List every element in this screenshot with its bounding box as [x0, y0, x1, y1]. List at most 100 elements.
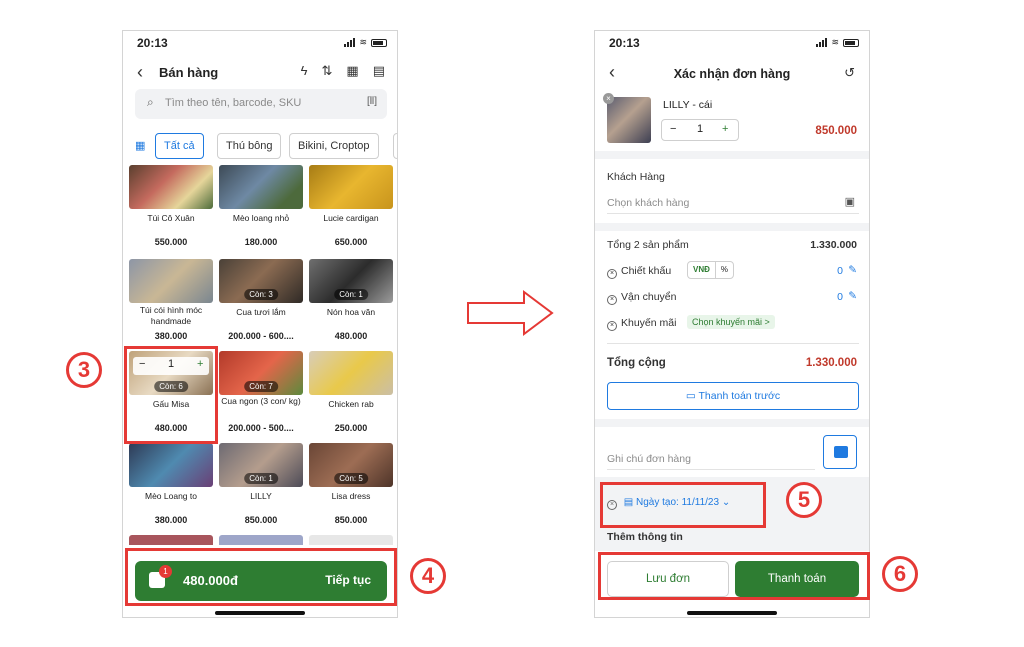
filter-icon[interactable]: ⇅ [322, 63, 333, 79]
discount-label: Chiết khấu [621, 265, 672, 277]
product-card[interactable]: Lucie cardigan 650.000 [309, 165, 393, 251]
remove-item-icon[interactable]: × [603, 93, 614, 104]
home-indicator [687, 611, 777, 615]
status-time: 20:13 [609, 36, 640, 50]
wallet-icon: ▭ [685, 390, 699, 402]
clear-icon[interactable]: × [607, 321, 617, 331]
product-count-label: Tổng 2 sản phẩm [607, 239, 689, 251]
stock-badge: Còn: 1 [244, 473, 278, 484]
customer-select[interactable]: Chọn khách hàng [607, 197, 689, 209]
product-card[interactable]: Còn: 5 Lisa dress 850.000 [309, 443, 393, 529]
tab-bikini[interactable]: Bikini, Croptop [289, 133, 379, 159]
order-item: × LILLY - cái − 1 + 850.000 [595, 93, 869, 149]
stock-badge: Còn: 5 [334, 473, 368, 484]
product-card[interactable]: Còn: 1 Nón hoa văn 480.000 [309, 259, 393, 345]
section-divider [595, 223, 869, 231]
section-divider [595, 151, 869, 159]
battery-icon [843, 38, 859, 47]
tab-more[interactable] [393, 133, 397, 159]
edit-pencil-icon[interactable]: ✎ [848, 264, 857, 276]
product-image [129, 165, 213, 209]
sales-screen: 20:13 ≋ ‹ Bán hàng ϟ ⇅ ▦ ▤ ⌕ Tìm theo tê… [122, 30, 398, 618]
search-placeholder: Tìm theo tên, barcode, SKU [165, 97, 302, 109]
stock-badge: Còn: 3 [244, 289, 278, 300]
product-card[interactable]: Mèo Loang to 380.000 [129, 443, 213, 529]
top-nav: ‹ Xác nhận đơn hàng ↺ [595, 57, 869, 91]
top-nav: ‹ Bán hàng ϟ ⇅ ▦ ▤ [123, 57, 397, 89]
divider [607, 343, 859, 344]
edit-pencil-icon[interactable]: ✎ [848, 290, 857, 302]
stock-badge: Còn: 1 [334, 289, 368, 300]
more-info-label[interactable]: Thêm thông tin [607, 531, 683, 543]
product-image [129, 259, 213, 303]
wifi-icon: ≋ [359, 37, 367, 47]
product-image [309, 535, 393, 545]
customer-label: Khách Hàng [607, 171, 665, 183]
stock-badge: Còn: 7 [244, 381, 278, 392]
item-name: LILLY - cái [663, 99, 713, 111]
product-image [309, 165, 393, 209]
tab-plush[interactable]: Thú bông [217, 133, 282, 159]
divider [607, 213, 859, 214]
product-card[interactable]: Chicken rab 250.000 [309, 351, 393, 437]
signal-icon [816, 38, 828, 47]
highlight-box-step5 [600, 482, 766, 528]
clear-icon[interactable]: × [607, 295, 617, 305]
page-title: Xác nhận đơn hàng [673, 67, 791, 81]
contact-book-icon[interactable]: ▣ [845, 195, 855, 208]
grid-view-icon[interactable]: ▦ [346, 63, 358, 79]
product-card[interactable]: Còn: 1 LILLY 850.000 [219, 443, 303, 529]
category-tabs: ▦ Tất cả Thú bông Bikini, Croptop [129, 133, 397, 159]
battery-icon [371, 38, 387, 47]
status-time: 20:13 [137, 36, 168, 50]
product-image [309, 351, 393, 395]
search-input[interactable]: ⌕ Tìm theo tên, barcode, SKU [⦀] [135, 89, 387, 119]
toggle-percent[interactable]: % [716, 262, 733, 278]
search-icon: ⌕ [147, 95, 154, 109]
product-card[interactable]: Túi cói hình móc handmade 380.000 [129, 259, 213, 345]
total-label: Tổng cộng [607, 357, 666, 369]
attach-image-button[interactable] [823, 435, 857, 469]
select-promo-button[interactable]: Chọn khuyến mãi > [687, 315, 775, 329]
product-card[interactable]: Túi Cô Xuân 550.000 [129, 165, 213, 251]
category-grid-icon[interactable]: ▦ [135, 139, 145, 152]
back-arrow-icon[interactable]: ‹ [137, 62, 143, 83]
status-bar: 20:13 ≋ [595, 31, 869, 55]
shipping-value[interactable]: 0 [837, 291, 843, 303]
clipboard-icon[interactable]: ▤ [373, 63, 385, 79]
step-6-badge: 6 [882, 556, 918, 592]
product-image [219, 535, 303, 545]
discount-value[interactable]: 0 [837, 265, 843, 277]
clear-icon[interactable]: × [607, 269, 617, 279]
decrease-button[interactable]: − [670, 123, 676, 135]
signal-icon [344, 38, 356, 47]
shipping-label: Vận chuyển [621, 291, 677, 303]
step-4-badge: 4 [410, 558, 446, 594]
next-step-arrow-icon [467, 290, 554, 336]
discount-type-toggle[interactable]: VNĐ % [687, 261, 735, 279]
section-divider [595, 419, 869, 427]
item-price: 850.000 [815, 125, 857, 137]
divider [607, 469, 815, 470]
wifi-icon: ≋ [831, 37, 839, 47]
highlight-box-step3 [124, 346, 218, 444]
highlight-box-step4 [125, 548, 397, 606]
prepay-button[interactable]: ▭ Thanh toán trước [607, 382, 859, 410]
product-card[interactable]: Còn: 7 Cua ngon (3 con/ kg) 200.000 - 50… [219, 351, 303, 437]
product-image [607, 97, 651, 143]
product-card[interactable]: Còn: 3 Cua tươi lắm 200.000 - 600.... [219, 259, 303, 345]
barcode-scan-icon[interactable]: [⦀] [367, 96, 377, 107]
increase-button[interactable]: + [722, 123, 728, 135]
product-image [219, 165, 303, 209]
quick-action-icon[interactable]: ϟ [301, 63, 308, 79]
total-value: 1.330.000 [805, 357, 857, 369]
product-image [129, 535, 213, 545]
toggle-vnd[interactable]: VNĐ [688, 262, 716, 278]
quantity-stepper[interactable]: − 1 + [661, 119, 739, 141]
quantity-value: 1 [697, 123, 704, 135]
order-confirm-screen: 20:13 ≋ ‹ Xác nhận đơn hàng ↺ × LILLY - … [594, 30, 870, 618]
order-note-input[interactable]: Ghi chú đơn hàng [607, 453, 691, 465]
product-card[interactable]: Mèo loang nhỏ 180.000 [219, 165, 303, 251]
tab-all[interactable]: Tất cả [155, 133, 204, 159]
history-icon[interactable]: ↺ [844, 65, 855, 81]
